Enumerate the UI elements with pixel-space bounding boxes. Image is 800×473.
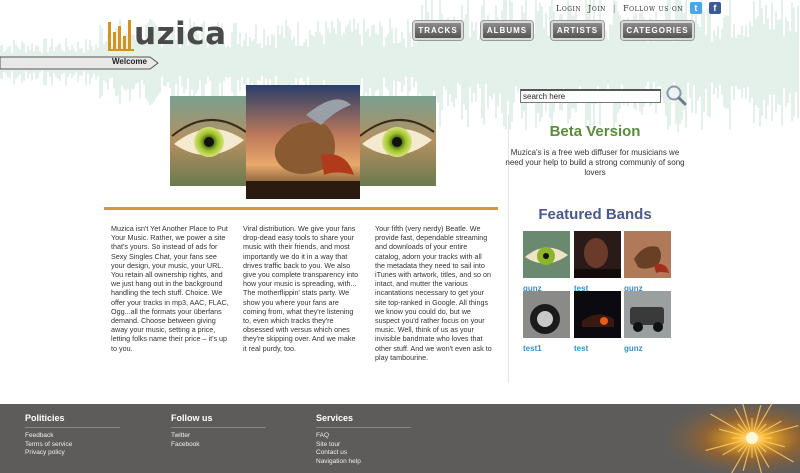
featured-bands-title: Featured Bands: [538, 206, 652, 223]
footer-twitter-link[interactable]: Twitter: [171, 432, 266, 441]
beta-version-title: Beta Version: [549, 123, 641, 140]
band-card[interactable]: test1: [523, 291, 570, 353]
follow-us-label: Follow us on: [623, 3, 684, 13]
privacy-link[interactable]: Privacy policy: [25, 449, 120, 458]
footer-services-heading: Services: [316, 413, 411, 428]
dark-face-thumbnail[interactable]: [574, 231, 621, 278]
band-card[interactable]: gunz: [624, 291, 671, 353]
feedback-link[interactable]: Feedback: [25, 432, 120, 441]
nav-albums-button[interactable]: ALBUMS: [481, 21, 533, 40]
car-wheel-thumbnail[interactable]: [523, 291, 570, 338]
footer-follow-column: Follow us Twitter Facebook: [171, 413, 266, 449]
search-input[interactable]: search here: [520, 89, 661, 103]
eye-thumbnail[interactable]: [523, 231, 570, 278]
band-name-link[interactable]: gunz: [624, 344, 671, 353]
top-links: Login Join | Follow us on t f: [556, 2, 722, 14]
twitter-icon[interactable]: t: [690, 2, 703, 14]
hero-eye-image-right: [358, 96, 436, 186]
band-name-link[interactable]: test1: [523, 344, 570, 353]
faq-link[interactable]: FAQ: [316, 432, 411, 441]
magnifier-search-icon[interactable]: [665, 84, 687, 106]
sunburst-decoration-icon: [640, 404, 800, 473]
muzica-logo[interactable]: uzica: [108, 16, 253, 56]
join-link[interactable]: Join: [588, 4, 606, 13]
band-card[interactable]: gunz: [523, 231, 570, 293]
facebook-icon[interactable]: f: [709, 2, 722, 14]
site-tour-link[interactable]: Site tour: [316, 441, 411, 450]
hero-main-artwork[interactable]: [246, 85, 360, 199]
welcome-tab: Welcome: [0, 56, 160, 70]
login-link[interactable]: Login: [556, 4, 581, 13]
car-thumbnail[interactable]: [624, 291, 671, 338]
nav-tracks-button[interactable]: TRACKS: [413, 21, 463, 40]
footer-policies-heading: Politicies: [25, 413, 120, 428]
logo-wordmark: uzica: [134, 16, 227, 52]
nav-categories-button[interactable]: CATEGORIES: [621, 21, 694, 40]
beta-description: Muzica's is a free web diffuser for musi…: [505, 148, 685, 177]
night-car-thumbnail[interactable]: [574, 291, 621, 338]
band-card[interactable]: test: [574, 291, 621, 353]
terms-link[interactable]: Terms of service: [25, 441, 120, 450]
nav-artists-button[interactable]: ARTISTS: [551, 21, 604, 40]
welcome-label: Welcome: [112, 57, 147, 66]
separator: |: [612, 3, 617, 13]
band-card[interactable]: test: [574, 231, 621, 293]
band-name-link[interactable]: test: [574, 344, 621, 353]
footer-services-column: Services FAQ Site tour Contact us Naviga…: [316, 413, 411, 466]
footer-follow-heading: Follow us: [171, 413, 266, 428]
intro-column-1: Muzica isn't Yet Another Place to Put Yo…: [111, 224, 229, 353]
navigation-help-link[interactable]: Navigation help: [316, 458, 411, 467]
contact-link[interactable]: Contact us: [316, 449, 411, 458]
hero-eye-image-left: [170, 96, 248, 186]
intro-column-3: Your fifth (very nerdy) Beatle. We provi…: [375, 224, 492, 362]
bird-thumbnail[interactable]: [624, 231, 671, 278]
footer-policies-column: Politicies Feedback Terms of service Pri…: [25, 413, 120, 458]
intro-column-2: Viral distribution. We give your fans dr…: [243, 224, 359, 353]
accent-divider: [104, 207, 498, 210]
footer-facebook-link[interactable]: Facebook: [171, 441, 266, 450]
band-card[interactable]: gunz: [624, 231, 671, 293]
